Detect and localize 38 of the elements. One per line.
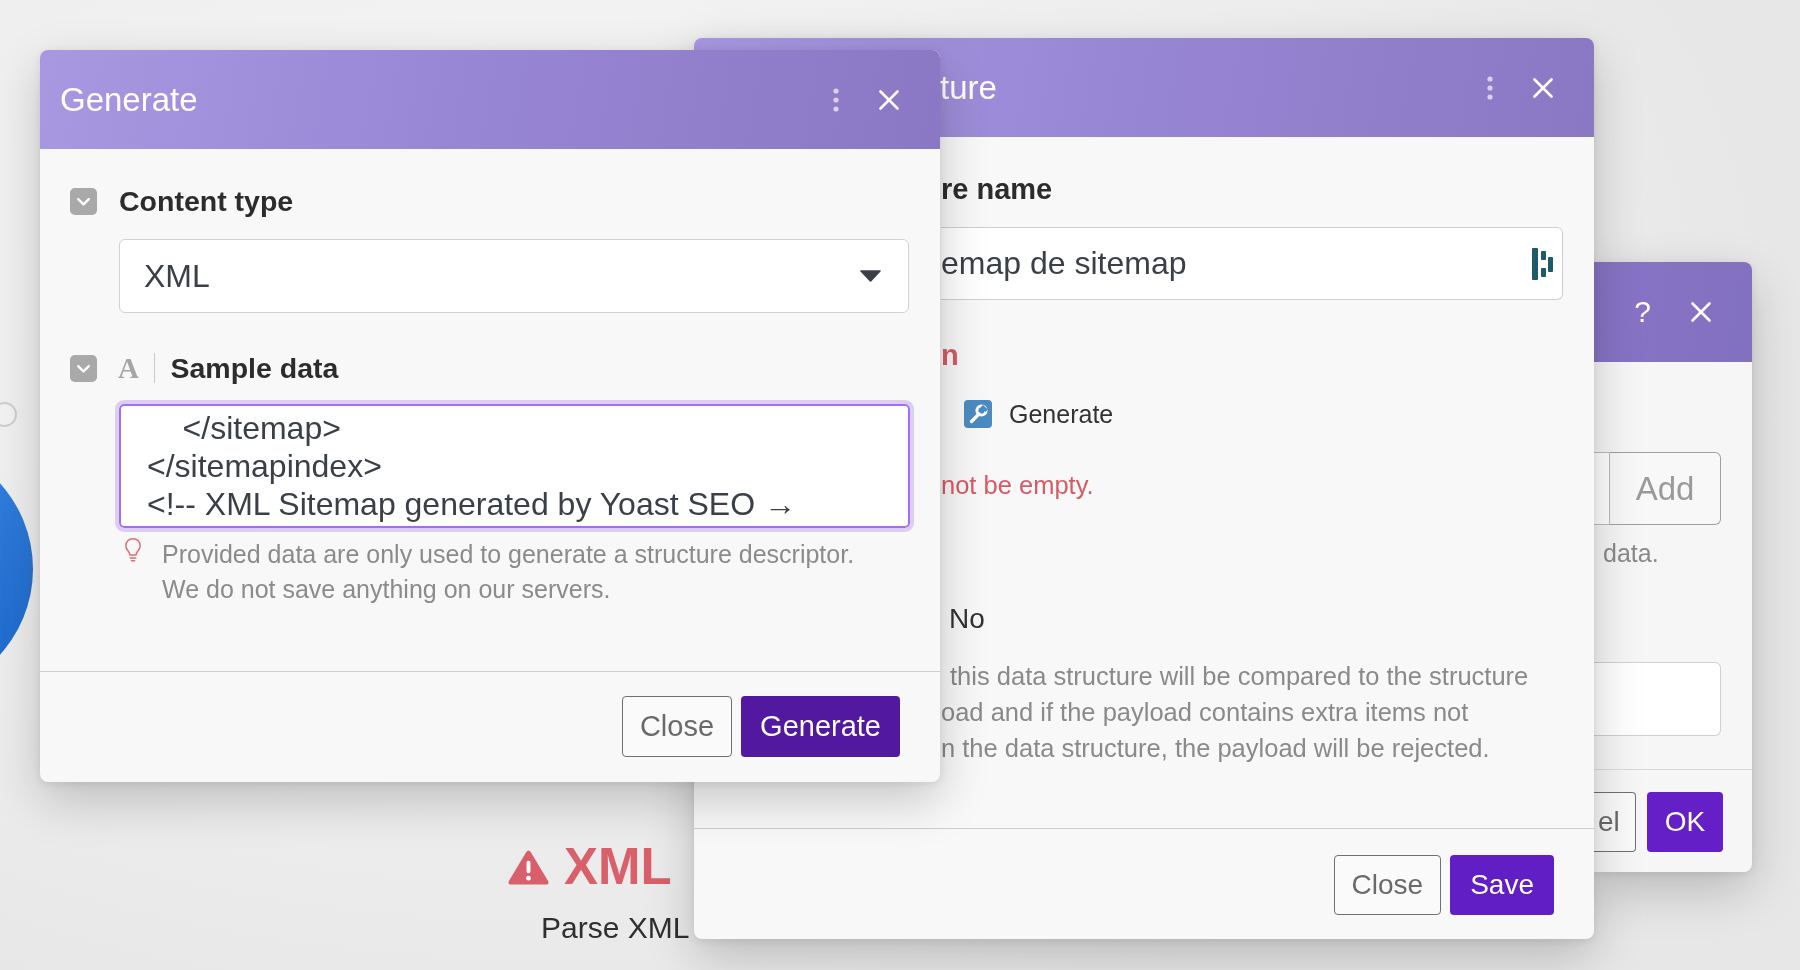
close-icon[interactable] [1533,77,1553,98]
module-warning-label: XML [564,840,672,894]
wrench-icon [964,400,992,428]
hint-text: Provided data are only used to generate a structure descriptor. We do not save anything on our servers. [162,539,856,605]
secondary-button[interactable]: Close [1333,855,1442,915]
primary-button[interactable]: Generate [741,696,900,757]
bars-icon[interactable] [1532,247,1554,280]
sample-data-textarea[interactable]: </sitemap> </sitemapindex> <!-- XML Sitemap generated by Yoast SEO → [115,400,914,532]
dialog-title: Generate [60,79,198,120]
field-label: n [941,338,959,372]
close-icon[interactable] [879,89,899,110]
more-options-icon[interactable] [833,87,839,112]
option-label: No [949,602,985,636]
help-button[interactable]: ? [1634,294,1651,330]
text-type-icon: A [118,353,139,383]
chevron-toggle-icon[interactable] [70,187,97,215]
secondary-button[interactable]: Close [621,696,733,757]
field-label: re name [941,172,1053,206]
error-message: not be empty. [941,470,1094,501]
more-options-icon[interactable] [1487,75,1493,100]
dropdown-caret-icon [860,270,881,282]
chevron-toggle-icon[interactable] [70,354,97,382]
lightbulb-icon [124,537,142,563]
content-type-select[interactable]: XML [119,239,909,313]
close-icon[interactable] [1691,302,1711,322]
input-field[interactable] [1594,452,1610,525]
secondary-button[interactable]: el [1594,792,1636,852]
primary-button[interactable]: Save [1450,855,1554,915]
hint-text: data. [1603,538,1659,569]
dialog-title: ture [940,67,997,108]
field-label: Content type [119,184,294,218]
help-text: this data structure will be compared to the structure oad and if the payload contains extra items not n the data structure, the payload will be rejected. [941,661,1529,764]
generate-button[interactable]: Generate [964,400,1114,428]
input-field[interactable] [1594,662,1721,736]
field-label: Sample data [170,351,339,385]
structure-name-field[interactable]: emap de sitemap [941,227,1563,300]
module-name: Parse XML [541,910,690,946]
primary-button[interactable]: OK [1646,792,1724,852]
